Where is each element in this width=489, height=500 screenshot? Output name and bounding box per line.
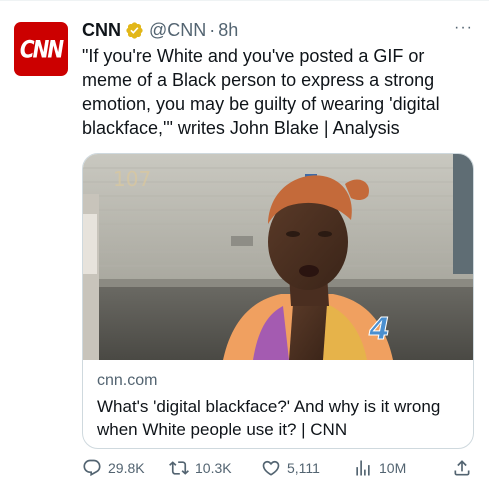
tweet-header: CNN @CNN · 8h — [82, 18, 238, 42]
reply-icon — [83, 459, 101, 477]
author-name[interactable]: CNN — [82, 20, 121, 41]
verified-badge-icon[interactable] — [125, 21, 144, 40]
card-domain[interactable]: cnn.com — [97, 372, 157, 390]
views-icon — [356, 460, 370, 476]
like-button[interactable]: 5,111 — [261, 456, 320, 480]
author-handle[interactable]: @CNN — [149, 20, 206, 41]
share-button[interactable] — [452, 456, 472, 480]
views-count: 10M — [379, 460, 407, 476]
like-icon — [262, 460, 280, 476]
more-icon[interactable]: ··· — [454, 20, 473, 36]
retweet-icon — [169, 461, 189, 475]
reply-count: 29.8K — [108, 460, 145, 476]
retweet-button[interactable]: 10.3K — [169, 456, 232, 480]
wall-number: 107 — [113, 167, 151, 191]
views-button[interactable]: 10M — [353, 456, 406, 480]
tweet-text: "If you're White and you've posted a GIF… — [82, 46, 440, 138]
tweet-timestamp[interactable]: 8h — [218, 20, 238, 41]
news-photo-icon: 107 4 — [83, 154, 473, 360]
card-image[interactable]: 107 4 — [83, 154, 473, 360]
channel-logo: 4 — [368, 312, 390, 347]
action-bar: 29.8K 10.3K 5,111 10M — [82, 456, 474, 480]
card-title[interactable]: What's 'digital blackface?' And why is i… — [97, 395, 461, 441]
like-count: 5,111 — [287, 460, 320, 476]
cnn-logo: CNN — [19, 34, 64, 64]
tweet[interactable]: CNN CNN @CNN · 8h ··· "If you're White a… — [0, 0, 489, 500]
link-card[interactable]: 107 4 cnn.com What's 'digital blackface?… — [82, 153, 474, 449]
share-icon — [454, 460, 470, 476]
avatar[interactable]: CNN — [14, 22, 68, 76]
reply-button[interactable]: 29.8K — [82, 456, 145, 480]
retweet-count: 10.3K — [195, 460, 232, 476]
separator-dot: · — [209, 19, 216, 40]
